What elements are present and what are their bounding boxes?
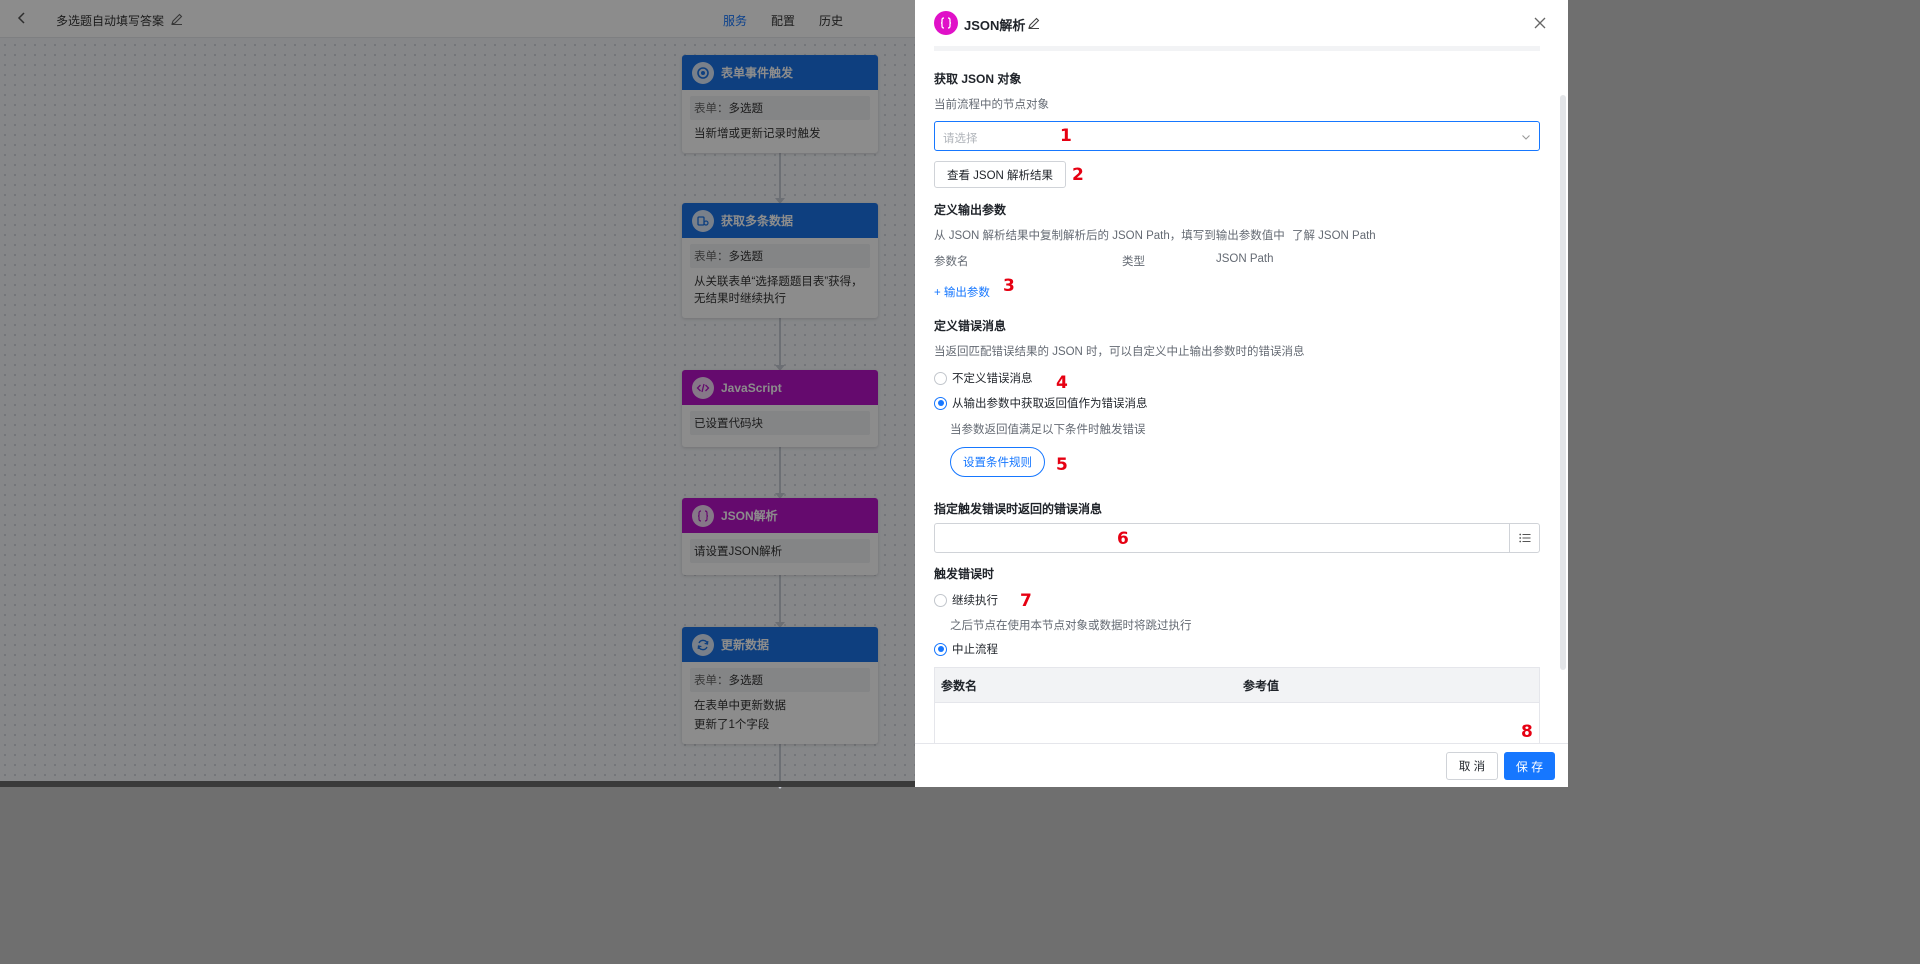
radio-label: 从输出参数中获取返回值作为错误消息 [952,398,1148,410]
error-params-table: 参数名 参考值 [934,667,1540,743]
modal-overlay[interactable] [0,0,915,787]
radio-continue[interactable]: 继续执行 [934,592,998,608]
output-params-desc-row: 从 JSON 解析结果中复制解析后的 JSON Path，填写到输出参数值中 了… [934,227,1376,243]
radio-circle-checked[interactable] [934,396,947,410]
close-icon[interactable] [1532,15,1548,31]
error-msg-desc: 当返回匹配错误结果的 JSON 时，可以自定义中止输出参数时的错误消息 [934,346,1305,358]
radio-label: 继续执行 [952,595,998,607]
json-source-select[interactable]: 请选择 [934,121,1540,151]
drawer-header: JSON解析 [915,0,1568,46]
drawer-footer: 取 消 保 存 [915,743,1568,787]
radio-stop-flow[interactable]: 中止流程 [934,641,998,657]
radio-label: 不定义错误消息 [952,373,1033,385]
col-type: 类型 [1122,256,1145,268]
table-header: 参数名 参考值 [935,668,1539,703]
col-param-name: 参数名 [934,256,969,268]
radio-circle[interactable] [934,371,947,385]
view-json-result-button[interactable]: 查看 JSON 解析结果 [934,161,1066,188]
col-reference-value: 参考值 [1243,678,1280,693]
get-json-title: 获取 JSON 对象 [934,72,1022,86]
get-json-desc: 当前流程中的节点对象 [934,99,1049,111]
json-braces-icon [934,11,958,35]
on-error-title: 触发错误时 [934,567,995,581]
drawer-title: JSON解析 [964,18,1026,33]
radio-label: 中止流程 [952,644,998,656]
radio-circle-checked[interactable] [934,642,947,656]
annotation-marker: 3 [1003,276,1015,296]
output-params-desc: 从 JSON 解析结果中复制解析后的 JSON Path，填写到输出参数值中 [934,230,1285,242]
annotation-marker: 2 [1072,165,1084,185]
edit-name-icon[interactable] [1027,16,1041,30]
chevron-down-icon [1521,131,1531,141]
previous-section-edge [934,46,1540,51]
error-msg-title: 定义错误消息 [934,319,1007,333]
output-params-title: 定义输出参数 [934,203,1007,217]
cancel-button[interactable]: 取 消 [1446,752,1498,780]
add-output-param-link[interactable]: + 输出参数 [934,284,990,300]
radio-no-error-msg[interactable]: 不定义错误消息 [934,370,1033,386]
radio-error-from-output[interactable]: 从输出参数中获取返回值作为错误消息 [934,395,1148,411]
set-condition-rules-button[interactable]: 设置条件规则 [950,447,1045,477]
continue-desc: 之后节点在使用本节点对象或数据时将跳过执行 [950,620,1192,632]
annotation-marker: 5 [1056,455,1068,475]
col-param-name: 参数名 [941,678,978,693]
save-button[interactable]: 保 存 [1504,752,1555,780]
col-json-path: JSON Path [1216,253,1274,265]
error-message-input[interactable] [934,523,1540,553]
annotation-marker: 4 [1056,373,1068,393]
annotation-marker: 7 [1020,591,1032,611]
json-parse-drawer: JSON解析 获取 JSON 对象 当前流程中的节点对象 请选择 查看 JSON… [915,0,1568,787]
annotation-marker: 8 [1521,722,1533,742]
annotation-marker: 6 [1117,529,1129,549]
error-return-title: 指定触发错误时返回的错误消息 [934,502,1103,516]
list-icon[interactable] [1509,524,1539,552]
select-placeholder: 请选择 [943,133,978,145]
learn-json-path-link[interactable]: 了解 JSON Path [1292,230,1376,242]
horizontal-scrollbar[interactable] [0,781,915,787]
condition-desc: 当参数返回值满足以下条件时触发错误 [950,424,1146,436]
vertical-scrollbar[interactable] [1560,95,1566,670]
radio-circle[interactable] [934,593,947,607]
annotation-marker: 1 [1060,126,1072,146]
